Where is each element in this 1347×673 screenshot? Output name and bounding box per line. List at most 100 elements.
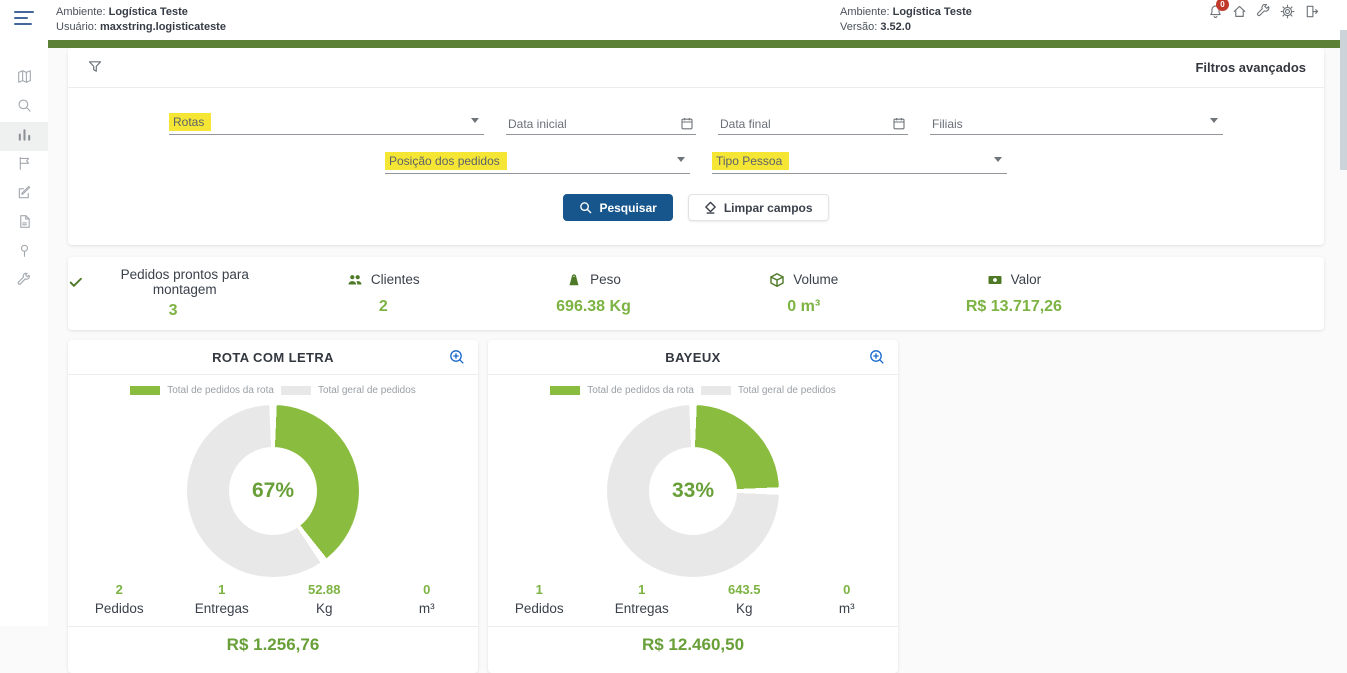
stat-pedidos: 1 Pedidos xyxy=(488,582,591,616)
stat-label: Kg xyxy=(693,601,796,616)
tipo-pessoa-select[interactable]: Tipo Pessoa xyxy=(712,151,1007,174)
sidebar-item-edit[interactable] xyxy=(0,180,48,209)
stat-value: 0 xyxy=(796,582,899,597)
stat-label: m³ xyxy=(796,601,899,616)
filiais-label: Filiais xyxy=(932,117,963,131)
cube-icon xyxy=(769,272,785,288)
sidebar-item-map[interactable] xyxy=(0,64,48,93)
legend-label-gray: Total geral de pedidos xyxy=(738,385,836,396)
limpar-campos-button[interactable]: Limpar campos xyxy=(688,194,829,221)
summary-value: R$ 13.717,26 xyxy=(909,298,1119,316)
stat-label: m³ xyxy=(376,601,479,616)
route-total-value: R$ 1.256,76 xyxy=(68,626,478,655)
route-card-rota-com-letra: ROTA COM LETRA Total de pedidos da rota … xyxy=(68,340,478,673)
route-card-title: BAYEUX xyxy=(665,350,720,365)
chevron-down-icon xyxy=(1210,118,1218,127)
chevron-down-icon xyxy=(471,118,479,127)
stat-value: 1 xyxy=(171,582,274,597)
stat-label: Entregas xyxy=(171,601,274,616)
summary-value: 696.38 Kg xyxy=(488,298,698,316)
route-total-value: R$ 12.460,50 xyxy=(488,626,898,655)
summary-clientes: Clientes 2 xyxy=(278,272,488,316)
stat-m3: 0 m³ xyxy=(376,582,479,616)
zoom-in-icon[interactable] xyxy=(449,349,466,366)
summary-label: Pedidos prontos para montagem xyxy=(91,267,278,297)
accent-bar xyxy=(48,40,1347,48)
limpar-campos-button-label: Limpar campos xyxy=(724,201,813,215)
summary-label: Peso xyxy=(590,272,621,287)
pin-icon xyxy=(17,243,32,263)
sidebar-item-tools[interactable] xyxy=(0,267,48,296)
filter-fields: Rotas Data inicial Data final Filiais xyxy=(68,88,1324,245)
legend-swatch-gray xyxy=(701,386,731,395)
users-icon xyxy=(347,272,363,288)
stat-label: Kg xyxy=(273,601,376,616)
summary-volume: Volume 0 m³ xyxy=(699,272,909,316)
wrench-icon[interactable] xyxy=(1256,4,1273,21)
search-icon xyxy=(579,201,592,214)
donut-chart[interactable]: 67% xyxy=(187,405,359,577)
filter-panel-header: Filtros avançados xyxy=(68,48,1324,88)
bell-icon[interactable]: 0 xyxy=(1208,4,1225,21)
rotas-select[interactable]: Rotas xyxy=(169,112,484,135)
stat-value: 643.5 xyxy=(693,582,796,597)
stat-value: 52.88 xyxy=(273,582,376,597)
stat-value: 1 xyxy=(591,582,694,597)
stat-pedidos: 2 Pedidos xyxy=(68,582,171,616)
stat-kg: 52.88 Kg xyxy=(273,582,376,616)
summary-label: Valor xyxy=(1011,272,1042,287)
stat-value: 1 xyxy=(488,582,591,597)
scrollbar-thumb[interactable] xyxy=(1340,30,1347,170)
posicao-pedidos-select[interactable]: Posição dos pedidos xyxy=(385,151,690,174)
summary-label: Clientes xyxy=(371,272,420,287)
header-actions: 0 xyxy=(1208,4,1321,21)
summary-valor: Valor R$ 13.717,26 xyxy=(909,272,1119,316)
rotas-label: Rotas xyxy=(169,113,211,131)
ambiente-label: Ambiente: xyxy=(56,6,106,18)
summary-peso: Peso 696.38 Kg xyxy=(488,272,698,316)
pesquisar-button-label: Pesquisar xyxy=(599,201,656,215)
donut-chart[interactable]: 33% xyxy=(607,405,779,577)
search-icon xyxy=(17,98,32,118)
posicao-pedidos-label: Posição dos pedidos xyxy=(385,152,507,170)
filter-panel-title: Filtros avançados xyxy=(1195,60,1306,75)
route-stats: 1 Pedidos 1 Entregas 643.5 Kg 0 m³ xyxy=(488,582,898,616)
logout-icon[interactable] xyxy=(1304,4,1321,21)
data-final-input[interactable]: Data final xyxy=(718,112,908,135)
notification-badge: 0 xyxy=(1216,0,1229,11)
versao-value: 3.52.0 xyxy=(880,21,911,33)
filter-icon[interactable] xyxy=(87,59,103,75)
tools-icon xyxy=(17,272,32,292)
calendar-icon[interactable] xyxy=(893,117,905,130)
sidebar-item-routes[interactable] xyxy=(0,151,48,180)
main-content: Filtros avançados Rotas Data inicial Dat… xyxy=(48,48,1347,626)
stat-entregas: 1 Entregas xyxy=(171,582,274,616)
home-icon[interactable] xyxy=(1232,4,1249,21)
ambiente-label: Ambiente: xyxy=(840,6,890,18)
sidebar-item-search[interactable] xyxy=(0,93,48,122)
chevron-down-icon xyxy=(994,157,1002,166)
filiais-select[interactable]: Filiais xyxy=(930,112,1223,135)
usuario-label: Usuário: xyxy=(56,21,97,33)
data-inicial-input[interactable]: Data inicial xyxy=(506,112,696,135)
environment-user-info: Ambiente: Logística Teste Usuário: maxst… xyxy=(56,5,226,35)
sidebar xyxy=(0,40,48,626)
sidebar-item-dashboard[interactable] xyxy=(0,122,48,151)
sidebar-item-location[interactable] xyxy=(0,238,48,267)
donut-center-label: 67% xyxy=(187,405,359,577)
legend-label-green: Total de pedidos da rota xyxy=(587,385,694,396)
ambiente-value: Logística Teste xyxy=(893,6,972,18)
map-icon xyxy=(17,69,32,89)
pesquisar-button[interactable]: Pesquisar xyxy=(563,194,672,221)
route-cards: ROTA COM LETRA Total de pedidos da rota … xyxy=(68,340,1324,673)
zoom-in-icon[interactable] xyxy=(869,349,886,366)
calendar-icon[interactable] xyxy=(681,117,693,130)
gear-icon[interactable] xyxy=(1280,4,1297,21)
summary-label: Volume xyxy=(793,272,838,287)
route-card-bayeux: BAYEUX Total de pedidos da rota Total ge… xyxy=(488,340,898,673)
chart-legend: Total de pedidos da rota Total geral de … xyxy=(488,385,898,396)
edit-icon xyxy=(17,185,32,205)
summary-value: 2 xyxy=(278,298,488,316)
hamburger-menu-icon[interactable] xyxy=(14,11,36,29)
sidebar-item-document[interactable] xyxy=(0,209,48,238)
